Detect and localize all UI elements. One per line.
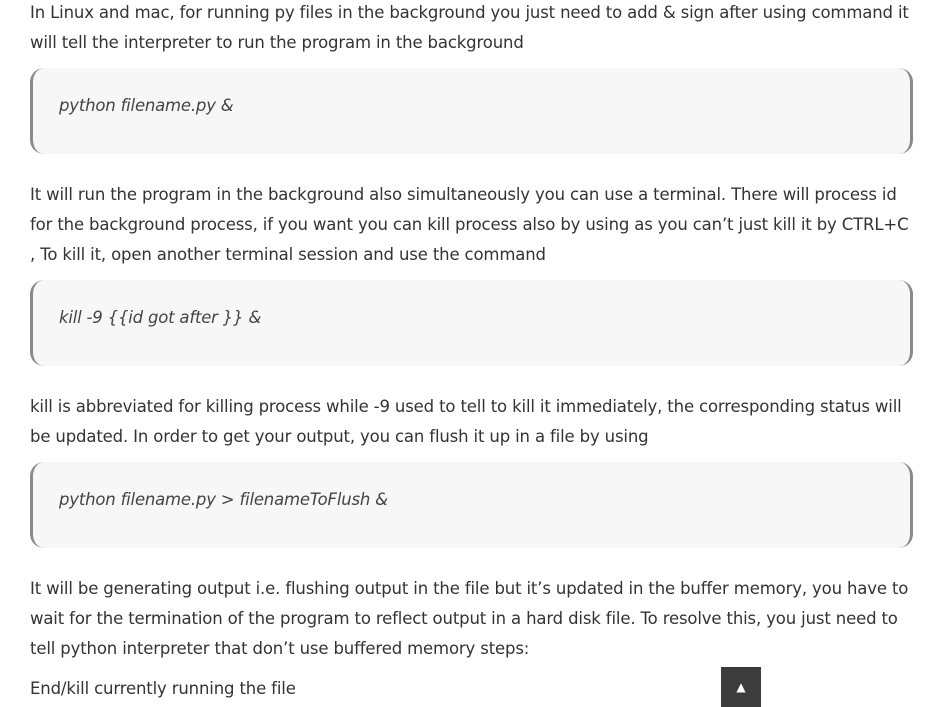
code-block-kill-command: kill -9 {{id got after }} &	[30, 280, 913, 366]
code-text: python filename.py &	[59, 96, 234, 115]
code-text: python filename.py > filenameToFlush &	[59, 490, 388, 509]
paragraph-step-end-kill: End/kill currently running the file	[30, 679, 296, 698]
paragraph-kill-process: It will run the program in the backgroun…	[30, 185, 909, 264]
code-block-run-background: python filename.py &	[30, 68, 913, 154]
paragraph-buffer-memory: It will be generating output i.e. flushi…	[30, 579, 909, 658]
paragraph-background-intro: In Linux and mac, for running py files i…	[30, 3, 909, 52]
scroll-to-top-button[interactable]: ▲	[721, 667, 761, 707]
code-text: kill -9 {{id got after }} &	[59, 308, 262, 327]
caret-up-icon: ▲	[736, 680, 746, 694]
paragraph-kill-explanation: kill is abbreviated for killing process …	[30, 397, 902, 446]
code-block-flush-output: python filename.py > filenameToFlush &	[30, 462, 913, 548]
